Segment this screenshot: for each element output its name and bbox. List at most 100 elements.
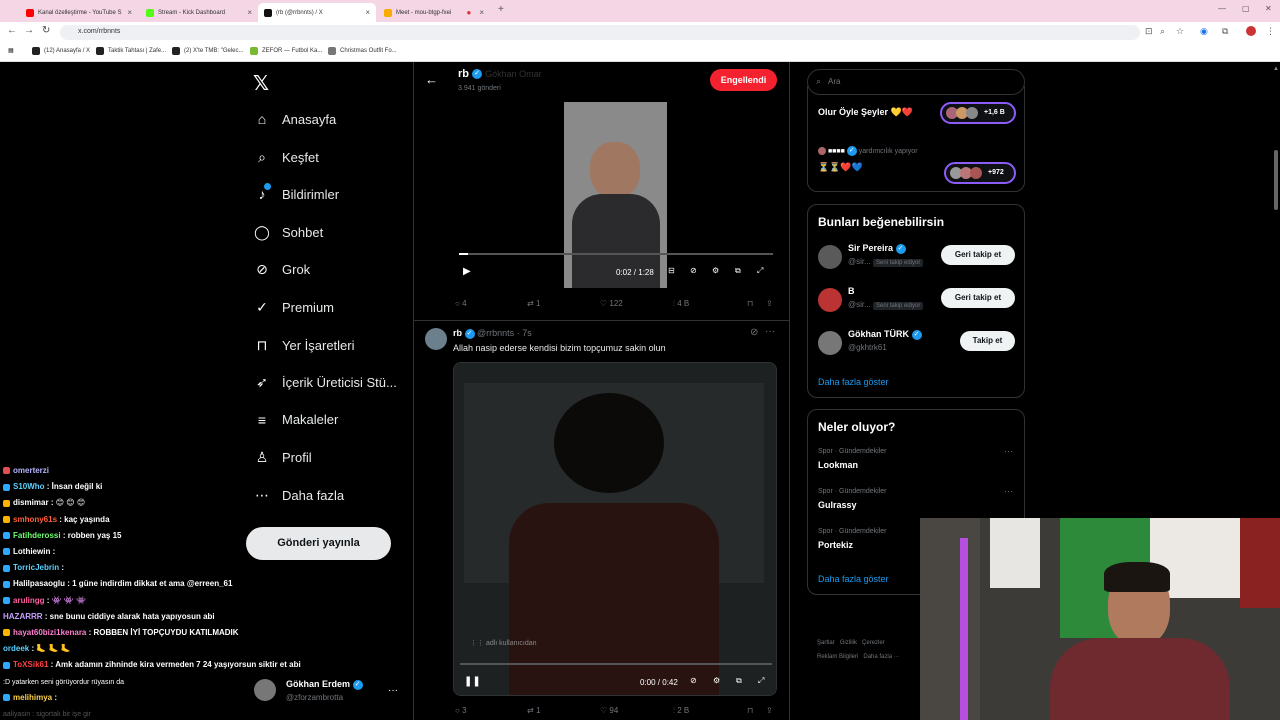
reply-button[interactable]: ○ 4 xyxy=(455,299,467,308)
close-icon[interactable]: × xyxy=(479,8,484,17)
close-icon[interactable]: × xyxy=(365,8,370,17)
nav-item-yer-i-şaretleri[interactable]: ⊓ Yer İşaretleri xyxy=(254,337,355,354)
nav-item-anasayfa[interactable]: ⌂ Anasayfa xyxy=(254,111,336,127)
footer-link[interactable]: Şartlar xyxy=(817,640,835,646)
bookmark-item[interactable]: Taktik Tahtası | Zafe... xyxy=(96,47,166,55)
more-icon[interactable]: ··· xyxy=(388,685,398,696)
footer-link[interactable]: Reklam Bilgileri xyxy=(817,654,858,660)
settings-icon[interactable]: ⚙ xyxy=(713,676,720,685)
retweet-button[interactable]: ⇄ 1 xyxy=(527,706,540,715)
chat-username[interactable]: TorricJebrin xyxy=(13,563,59,572)
back-arrow-icon[interactable]: ← xyxy=(425,72,438,87)
tab-x-profile[interactable]: (rb (@rrbnnts) / X × xyxy=(258,3,376,22)
chat-username[interactable]: hayat60bizi1kenara xyxy=(13,628,86,637)
window-close-icon[interactable]: ✕ xyxy=(1265,4,1272,13)
chat-username[interactable]: Halilpasaoglu xyxy=(13,579,65,588)
share-icon[interactable]: ⇪ xyxy=(766,706,773,715)
chat-username[interactable]: dismimar xyxy=(13,498,49,507)
tab-kick[interactable]: Stream - Kick Dashboard × xyxy=(140,3,258,22)
close-icon[interactable]: × xyxy=(127,8,132,17)
like-button[interactable]: ♡ 94 xyxy=(600,706,618,715)
chat-username[interactable]: smhony61s xyxy=(13,515,57,524)
user-name[interactable]: Gökhan TÜRK ✓ xyxy=(848,329,922,340)
nav-item-premium[interactable]: ✓ Premium xyxy=(254,299,334,316)
nav-item-bildirimler[interactable]: ♪ Bildirimler xyxy=(254,183,339,202)
extensions-icon[interactable]: ⧉ xyxy=(1222,26,1228,37)
nav-item-i-çerik-üreticisi-stü-[interactable]: ➶ İçerik Üreticisi Stü... xyxy=(254,374,397,391)
play-icon[interactable]: ▶ xyxy=(463,266,471,277)
chat-username[interactable]: arulingg xyxy=(13,596,45,605)
nav-item-sohbet[interactable]: ◯ Sohbet xyxy=(254,224,323,241)
fullscreen-icon[interactable]: ⤢ xyxy=(757,266,763,276)
new-tab-icon[interactable]: + xyxy=(498,4,504,15)
fullscreen-icon[interactable]: ⤢ xyxy=(758,676,764,686)
chat-username[interactable]: HAZARRR xyxy=(3,612,43,621)
more-icon[interactable]: ··· xyxy=(1004,486,1013,496)
account-switcher[interactable]: Gökhan Erdem ✓ @zforzambrotta ··· xyxy=(254,677,404,707)
scroll-up-icon[interactable]: ▲ xyxy=(1273,66,1279,72)
scrollbar-thumb[interactable] xyxy=(1274,150,1278,210)
views-button[interactable]: ⫶ 4 B xyxy=(673,299,689,309)
bookmark-item[interactable]: Christmas Outfit Fo... xyxy=(328,47,397,55)
close-icon[interactable]: × xyxy=(247,8,252,17)
profile-avatar-icon[interactable] xyxy=(1246,26,1256,36)
follow-button[interactable]: Takip et xyxy=(960,331,1015,351)
pip-icon[interactable]: ⧉ xyxy=(736,676,742,686)
footer-link[interactable]: Daha fazla ··· xyxy=(863,654,899,660)
bookmark-item[interactable]: ZEFOR — Futbol Ka... xyxy=(250,47,322,55)
user-name[interactable]: Sir Pereira ✓ xyxy=(848,243,906,254)
retweet-button[interactable]: ⇄ 1 xyxy=(527,299,540,308)
avatar[interactable] xyxy=(818,331,842,355)
forward-icon[interactable]: → xyxy=(24,25,34,36)
apps-icon[interactable]: ▦ xyxy=(8,47,14,54)
mute-icon[interactable]: ⊘ xyxy=(690,266,697,275)
listeners-pill[interactable]: +1,6 B xyxy=(940,102,1016,124)
blocked-button[interactable]: Engellendi xyxy=(710,69,777,91)
user-name[interactable]: B xyxy=(848,286,855,296)
cast-icon[interactable]: ◉ xyxy=(1200,26,1208,37)
chat-username[interactable]: omerterzi xyxy=(13,466,49,475)
nav-item-grok[interactable]: ⊘ Grok xyxy=(254,261,310,278)
reload-icon[interactable]: ↻ xyxy=(42,25,50,36)
avatar[interactable] xyxy=(425,328,447,350)
bookmark-item[interactable]: (2) X'te TMB: "Gelec... xyxy=(172,47,244,55)
tweet-author-handle[interactable]: @rrbnnts xyxy=(477,328,514,338)
avatar[interactable] xyxy=(818,288,842,312)
post-button[interactable]: Gönderi yayınla xyxy=(246,527,391,560)
reply-button[interactable]: ○ 3 xyxy=(455,706,467,715)
menu-icon[interactable]: ⋮ xyxy=(1266,26,1275,37)
bookmark-icon[interactable]: ⊓ xyxy=(747,299,753,308)
nav-item-makaleler[interactable]: ≡ Makaleler xyxy=(254,412,338,428)
tab-meet[interactable]: Meet - mou-btgp-fxei ● × xyxy=(378,3,490,22)
bookmark-item[interactable]: (12) Anasayfa / X xyxy=(32,47,90,55)
space-title[interactable]: Olur Öyle Şeyler 💛❤️ xyxy=(818,107,913,118)
show-more-link[interactable]: Daha fazla göster xyxy=(818,377,889,387)
tweet1-video[interactable]: ▶ 0:02 / 1:28 ⊟ ⊘ ⚙ ⧉ ⤢ xyxy=(455,100,777,288)
follow-button[interactable]: Geri takip et xyxy=(941,288,1015,308)
show-more-link[interactable]: Daha fazla göster xyxy=(818,574,889,584)
share-icon[interactable]: ⇪ xyxy=(766,299,773,308)
chat-username[interactable]: Lothiewin xyxy=(13,547,50,556)
chat-username[interactable]: ordeek xyxy=(3,644,29,653)
tweet2-video[interactable]: ⋮⋮ adlı kullanıcıdan ❚❚ 0:00 / 0:42 ⊘ ⚙ … xyxy=(453,362,777,696)
tweet-author-name[interactable]: rb xyxy=(453,328,462,338)
footer-link[interactable]: Gizlilik xyxy=(840,640,857,646)
chat-username[interactable]: ToXSik61 xyxy=(13,660,48,669)
chat-username[interactable]: S10Who xyxy=(13,482,45,491)
star-icon[interactable]: ☆ xyxy=(1176,26,1184,37)
footer-link[interactable]: Çerezler xyxy=(862,640,885,646)
like-button[interactable]: ♡ 122 xyxy=(600,299,623,308)
nav-item-keşfet[interactable]: ⌕ Keşfet xyxy=(254,149,319,166)
zoom-icon[interactable]: ⌕ xyxy=(1160,26,1165,37)
more-icon[interactable]: ··· xyxy=(765,326,775,337)
bookmark-icon[interactable]: ⊓ xyxy=(747,706,753,715)
views-button[interactable]: ⫶ 2 B xyxy=(673,706,689,716)
grok-icon[interactable]: ⊘ xyxy=(750,327,758,338)
pause-icon[interactable]: ❚❚ xyxy=(464,676,481,687)
install-icon[interactable]: ⊡ xyxy=(1145,26,1153,37)
x-logo-icon[interactable]: 𝕏 xyxy=(253,71,269,96)
listeners-pill[interactable]: +972 xyxy=(944,162,1016,184)
more-icon[interactable]: ··· xyxy=(1004,446,1013,456)
follow-button[interactable]: Geri takip et xyxy=(941,245,1015,265)
nav-item-profil[interactable]: ♙ Profil xyxy=(254,449,312,466)
